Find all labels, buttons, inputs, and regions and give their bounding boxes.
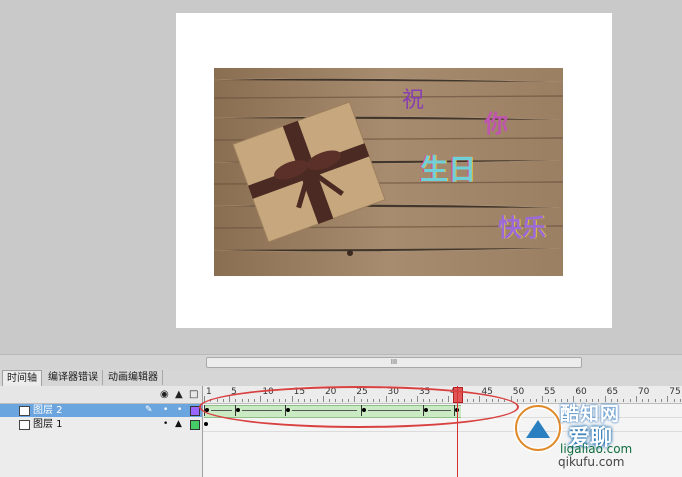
visibility-dot[interactable]: • [163,418,168,431]
eye-icon[interactable]: ◉ [160,389,169,400]
greeting-zhu: 祝 [402,88,425,113]
annotation-circle [199,386,519,428]
stage-area: 祝 你 生日 快乐 [0,0,682,354]
layer-row-2[interactable]: 图层 2 ✎ • • [0,404,202,417]
tab-compiler-errors[interactable]: 编译器错误 [44,370,103,385]
outline-icon[interactable]: □ [189,389,198,400]
watermark-line-3: ligaliao.com [560,442,633,456]
greeting-shengri: 生日 [420,153,477,186]
layer-color-swatch[interactable] [190,420,200,430]
layer-icon [19,420,30,430]
tab-timeline[interactable]: 时间轴 [2,370,42,386]
lock-dot[interactable]: • [177,404,182,417]
layer-header: ◉ ▲ □ [0,386,202,404]
layer-row-1[interactable]: 图层 1 • ▲ [0,418,202,431]
horizontal-scrollbar[interactable]: III [0,354,682,369]
greeting-kuaile: 快乐 [498,214,546,242]
lock-icon[interactable]: ▲ [175,418,182,431]
layer-name[interactable]: 图层 1 [33,418,63,431]
watermark: 酷知网 爱聊 ligaliao.com qikufu.com [508,392,682,477]
layer-name[interactable]: 图层 2 [33,404,63,417]
watermark-logo-icon [513,403,563,453]
gift-photo [214,68,563,276]
ruler-label: 1 [206,387,212,397]
greeting-ni: 你 [484,110,508,138]
keyframe[interactable] [204,422,208,426]
panel-tabs: 时间轴 编译器错误 动画编辑器 [0,369,682,387]
visibility-dot[interactable]: • [163,404,168,417]
pencil-icon: ✎ [145,405,153,415]
layer-icon [19,406,30,416]
tab-motion-editor[interactable]: 动画编辑器 [104,370,163,385]
watermark-line-4: qikufu.com [558,455,625,469]
lock-icon[interactable]: ▲ [175,389,183,400]
scrollbar-thumb[interactable]: III [206,357,582,368]
